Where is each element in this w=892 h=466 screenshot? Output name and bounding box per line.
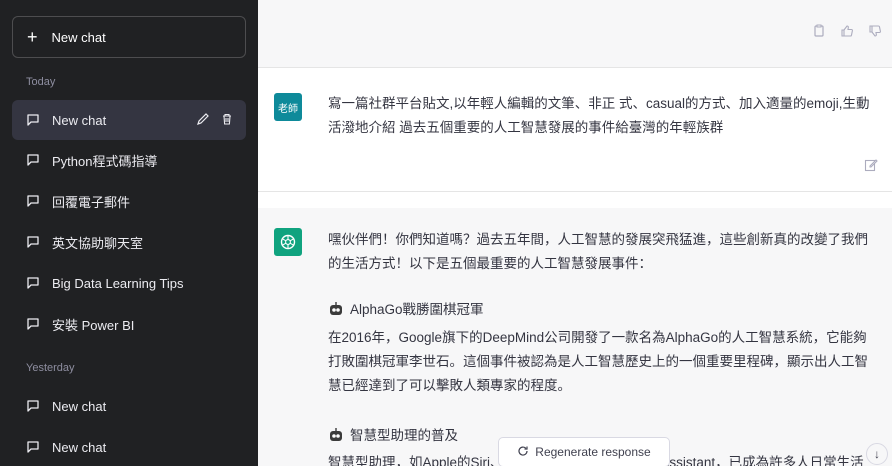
regenerate-response-button[interactable]: Regenerate response <box>498 437 670 466</box>
assistant-message: 嘿伙伴們！你們知道嗎？過去五年間，人工智慧的發展突飛猛進，這些創新真的改變了我們… <box>258 208 892 466</box>
section-label-yesterday: Yesterday <box>26 362 75 374</box>
chat-bubble-icon <box>26 235 40 249</box>
sidebar-item-label: 回覆電子郵件 <box>52 194 131 210</box>
previous-response-bar <box>258 0 892 68</box>
section-label-today: Today <box>26 76 56 88</box>
user-message: 老師 寫一篇社群平台貼文,以年輕人編輯的文筆、非正 式、casual的方式、加入… <box>258 68 892 192</box>
sidebar-item-new-chat[interactable]: New chat <box>12 427 246 466</box>
regenerate-label: Regenerate response <box>535 445 651 459</box>
sidebar-item-new-chat[interactable]: New chat <box>12 386 246 426</box>
robot-emoji-icon <box>328 426 344 441</box>
edit-pencil-icon[interactable] <box>196 112 210 129</box>
sidebar-item-email[interactable]: 回覆電子郵件 <box>12 181 246 221</box>
chat-bubble-icon <box>26 153 40 167</box>
robot-emoji-icon <box>328 300 344 315</box>
user-avatar: 老師 <box>274 93 302 121</box>
sidebar-item-label: Python程式碼指導 <box>52 153 158 169</box>
openai-logo-icon <box>274 228 302 256</box>
sidebar-item-label: Big Data Learning Tips <box>52 275 184 291</box>
sidebar-item-power-bi[interactable]: 安裝 Power BI <box>12 304 246 344</box>
new-chat-label: New chat <box>51 29 106 45</box>
sidebar-item-label: New chat <box>52 439 107 455</box>
heading-text: AlphaGo戰勝圍棋冠軍 <box>350 302 484 317</box>
edit-message-icon[interactable] <box>864 158 878 177</box>
arrow-down-icon: ↓ <box>874 447 880 461</box>
copy-icon[interactable] <box>812 24 826 43</box>
refresh-icon <box>517 445 529 460</box>
chat-bubble-icon <box>26 113 40 127</box>
heading-text: 智慧型助理的普及 <box>350 428 458 443</box>
sidebar-item-label: 英文協助聊天室 <box>52 235 144 251</box>
chat-bubble-icon <box>26 399 40 413</box>
sidebar-item-english[interactable]: 英文協助聊天室 <box>12 222 246 262</box>
sidebar: + New chat Today New chat Python程式碼指導 回覆… <box>0 0 258 466</box>
new-chat-button[interactable]: + New chat <box>12 16 246 58</box>
sidebar-item-label: 安裝 Power BI <box>52 317 135 333</box>
chat-bubble-icon <box>26 276 40 290</box>
sidebar-item-label: New chat <box>52 112 107 128</box>
sidebar-item-python[interactable]: Python程式碼指導 <box>12 140 246 180</box>
chat-bubble-icon <box>26 440 40 454</box>
scroll-down-button[interactable]: ↓ <box>866 443 888 465</box>
sidebar-item-label: New chat <box>52 398 107 414</box>
chat-bubble-icon <box>26 317 40 331</box>
assistant-heading-1: AlphaGo戰勝圍棋冠軍 <box>328 298 878 322</box>
assistant-paragraph-1: 在2016年，Google旗下的DeepMind公司開發了一款名為AlphaGo… <box>328 330 868 393</box>
chat-bubble-icon <box>26 194 40 208</box>
chat-main: 老師 寫一篇社群平台貼文,以年輕人編輯的文筆、非正 式、casual的方式、加入… <box>258 0 892 466</box>
plus-icon: + <box>27 27 38 47</box>
sidebar-item-new-chat-active[interactable]: New chat <box>12 100 246 140</box>
trash-icon[interactable] <box>220 112 234 129</box>
thumbs-down-icon[interactable] <box>868 24 882 43</box>
user-message-text: 寫一篇社群平台貼文,以年輕人編輯的文筆、非正 式、casual的方式、加入適量的… <box>328 96 870 135</box>
thumbs-up-icon[interactable] <box>840 24 854 43</box>
sidebar-item-big-data[interactable]: Big Data Learning Tips <box>12 263 246 303</box>
assistant-intro-text: 嘿伙伴們！你們知道嗎？過去五年間，人工智慧的發展突飛猛進，這些創新真的改變了我們… <box>328 232 868 271</box>
